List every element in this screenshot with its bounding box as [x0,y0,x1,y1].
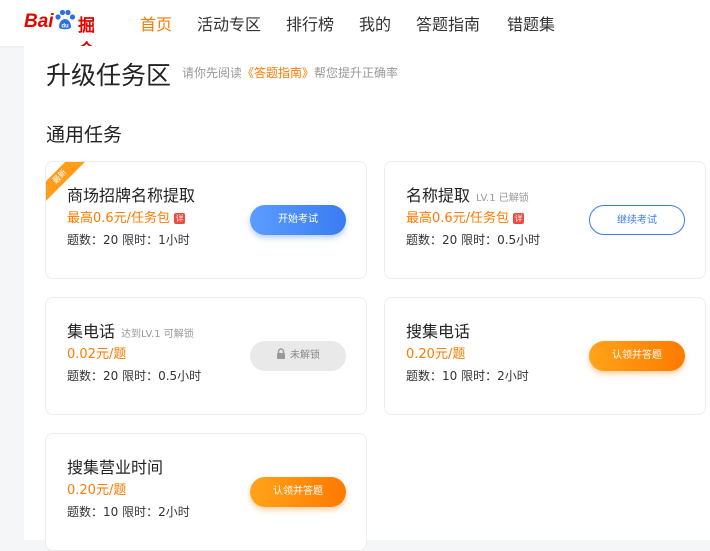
task-level-tip: LV.1 已解锁 [476,193,529,204]
task-name-text: 商场招牌名称提取 [67,186,196,205]
subtitle-suffix: 帮您提升正确率 [314,66,399,80]
task-card: 集电话 达到LV.1 可解锁 0.02元/题 题数：20 限时：0.5小时 未解锁 [45,297,367,415]
task-price: 最高0.6元/任务包详 [406,207,525,226]
task-meta: 题数：20 限时：0.5小时 [406,233,541,247]
task-price: 0.02元/题 [67,347,127,362]
nav-item-mine[interactable]: 我的 [359,11,391,35]
task-meta: 题数：20 限时：0.5小时 [67,369,202,383]
section-title: 通用任务 [46,124,123,146]
task-price-text: 最高0.6元/任务包 [406,211,510,226]
task-card: 搜集营业时间 0.20元/题 题数：10 限时：2小时 认领并答题 [45,433,367,551]
task-name-text: 集电话 [67,322,116,341]
task-price-text: 最高0.6元/任务包 [67,211,171,226]
start-exam-button[interactable]: 开始考试 [250,205,346,235]
nav-item-home[interactable]: 首页 [140,11,172,35]
task-card: 名称提取 LV.1 已解锁 最高0.6元/任务包详 题数：20 限时：0.5小时 … [384,161,706,279]
page-title: 升级任务区 [46,61,172,90]
top-nav: Bai du 掘金 首页 活动专区 排行榜 我的 答题指南 错题集 [0,0,710,61]
page-subtitle: 请你先阅读《答题指南》帮您提升正确率 [182,64,398,81]
task-name-text: 搜集营业时间 [67,458,164,477]
paw-icon: du [55,9,76,30]
detail-badge[interactable]: 详 [174,213,186,224]
task-name: 名称提取 LV.1 已解锁 [406,182,529,206]
logo-text-bai: Bai [24,11,54,32]
task-meta: 题数：10 限时：2小时 [67,505,190,519]
task-meta: 题数：10 限时：2小时 [406,369,529,383]
svg-text:du: du [61,24,69,30]
lock-icon [277,348,285,359]
main-content: 升级任务区 请你先阅读《答题指南》帮您提升正确率 通用任务 最新 商场招牌名称提… [24,46,710,551]
task-card: 最新 商场招牌名称提取 最高0.6元/任务包详 题数：20 限时：1小时 开始考… [45,161,367,279]
claim-and-answer-button[interactable]: 认领并答题 [250,477,346,507]
task-name: 搜集营业时间 [67,454,163,478]
task-name: 商场招牌名称提取 [67,182,195,206]
task-name: 集电话 达到LV.1 可解锁 [67,318,194,342]
task-price: 最高0.6元/任务包详 [67,207,186,226]
task-price: 0.20元/题 [67,483,127,498]
nav-item-wrong-questions[interactable]: 错题集 [507,11,555,35]
guide-link[interactable]: 《答题指南》 [242,66,314,80]
continue-exam-button[interactable]: 继续考试 [589,205,685,235]
locked-button: 未解锁 [250,341,346,371]
nav-item-activities[interactable]: 活动专区 [197,11,261,35]
nav-item-leaderboard[interactable]: 排行榜 [286,11,334,35]
detail-badge[interactable]: 详 [513,213,525,224]
claim-and-answer-button[interactable]: 认领并答题 [589,341,685,371]
task-name: 搜集电话 [406,318,470,342]
locked-button-label: 未解锁 [290,350,320,361]
task-name-text: 搜集电话 [406,322,471,341]
task-level-tip: 达到LV.1 可解锁 [121,329,194,340]
nav-item-guide[interactable]: 答题指南 [416,11,480,35]
subtitle-prefix: 请你先阅读 [182,66,243,80]
task-meta: 题数：20 限时：1小时 [67,233,190,247]
task-card: 搜集电话 0.20元/题 题数：10 限时：2小时 认领并答题 [384,297,706,415]
task-name-text: 名称提取 [406,186,471,205]
task-price: 0.20元/题 [406,347,466,362]
